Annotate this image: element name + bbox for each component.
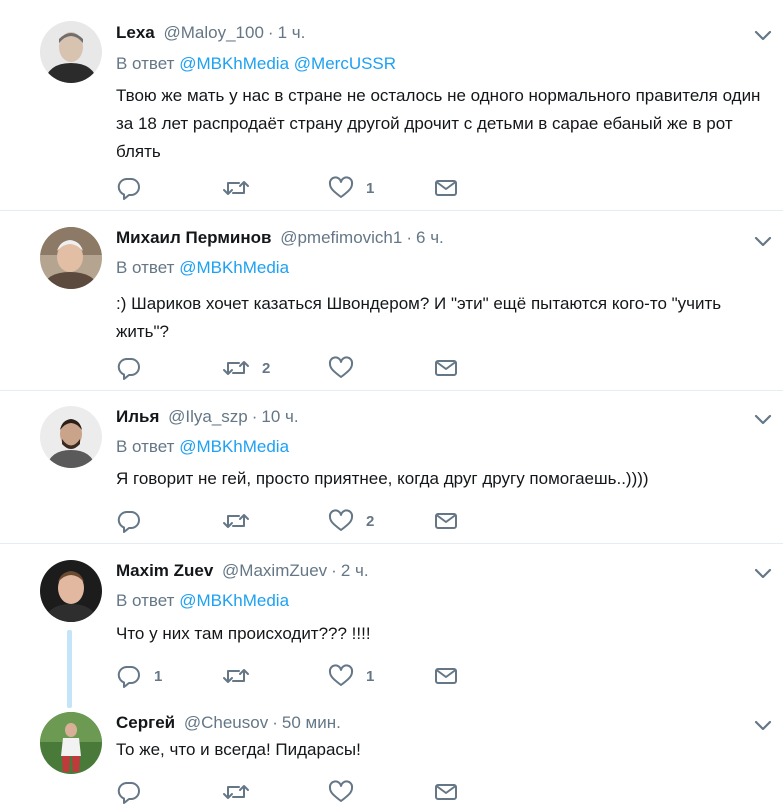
dm-button[interactable] (434, 664, 458, 688)
timestamp[interactable]: 50 мин. (282, 713, 341, 732)
timestamp[interactable]: 1 ч. (278, 23, 306, 42)
reply-icon (117, 665, 140, 688)
chevron-down-icon[interactable] (752, 717, 774, 733)
reply-prefix: В ответ (116, 54, 175, 73)
like-button[interactable] (328, 780, 366, 804)
heart-icon (328, 356, 354, 378)
reply-context: В ответ @MBKhMedia (116, 590, 289, 612)
reply-icon (117, 510, 140, 533)
retweet-count: 2 (262, 359, 271, 377)
heart-icon (328, 780, 354, 802)
separator-dot: · (272, 713, 278, 732)
avatar[interactable] (40, 227, 102, 289)
reply-icon (117, 177, 140, 200)
dm-button[interactable] (434, 509, 458, 533)
envelope-icon (435, 180, 457, 196)
dm-button[interactable] (434, 176, 458, 200)
like-button[interactable]: 2 (328, 509, 374, 533)
retweet-button[interactable] (222, 176, 262, 200)
retweet-button[interactable] (222, 509, 262, 533)
user-handle[interactable]: @Maloy_100 (163, 23, 263, 42)
reply-button[interactable] (116, 780, 154, 804)
mention-link[interactable]: @MBKhMedia (179, 258, 289, 277)
chevron-down-icon[interactable] (752, 27, 774, 43)
reply-prefix: В ответ (116, 591, 175, 610)
dm-button[interactable] (434, 780, 458, 804)
display-name[interactable]: Maxim Zuev (116, 561, 213, 580)
tweet-text: Твою же мать у нас в стране не осталось … (116, 86, 761, 161)
like-button[interactable] (328, 356, 366, 380)
separator-dot: · (251, 407, 258, 426)
timestamp[interactable]: 10 ч. (261, 407, 298, 426)
reply-button[interactable]: 1 (116, 664, 162, 688)
display-name[interactable]: Сергей (116, 713, 175, 732)
tweet-sergey[interactable]: Сергей @Cheusov · 50 мин. То же, что и все… (0, 704, 783, 811)
timestamp[interactable]: 2 ч. (341, 561, 369, 580)
retweet-icon (223, 669, 249, 683)
like-button[interactable]: 1 (328, 176, 374, 200)
user-handle[interactable]: @Cheusov (184, 713, 268, 732)
like-count: 1 (366, 667, 375, 685)
envelope-icon (435, 513, 457, 529)
mention-link[interactable]: @MercUSSR (294, 54, 396, 73)
retweet-button[interactable] (222, 664, 262, 688)
chevron-down-icon[interactable] (752, 411, 774, 427)
display-name[interactable]: Lexa (116, 23, 155, 42)
retweet-icon (223, 181, 249, 195)
tweet-mikhail[interactable]: Михаил Перминов @pmefimovich1 · 6 ч. В отв… (0, 211, 783, 390)
heart-icon (328, 509, 354, 531)
reply-icon (117, 357, 140, 380)
tweet-text: Я говорит не гей, просто приятнее, когда… (116, 469, 649, 488)
reply-button[interactable] (116, 509, 154, 533)
envelope-icon (435, 784, 457, 800)
chevron-down-icon[interactable] (752, 233, 774, 249)
tweet-ilya[interactable]: Илья @Ilya_szp · 10 ч. В ответ @MBKhMedia … (0, 391, 783, 543)
reply-icon (117, 781, 140, 804)
reply-context: В ответ @MBKhMedia @MercUSSR (116, 53, 396, 75)
tweet-text: :) Шариков хочет казаться Швондером? И "… (116, 294, 722, 341)
chevron-down-icon[interactable] (752, 565, 774, 581)
retweet-button[interactable] (222, 780, 262, 804)
heart-icon (328, 176, 354, 198)
tweet-text: Что у них там происходит??? !!!! (116, 624, 371, 643)
avatar[interactable] (40, 406, 102, 468)
envelope-icon (435, 668, 457, 684)
reply-prefix: В ответ (116, 437, 175, 456)
tweet-text: То же, что и всегда! Пидарасы! (116, 740, 361, 759)
timestamp[interactable]: 6 ч. (416, 228, 444, 247)
separator-dot: · (331, 561, 337, 580)
retweet-button[interactable]: 2 (222, 356, 270, 380)
mention-link[interactable]: @MBKhMedia (179, 591, 289, 610)
dm-button[interactable] (434, 356, 458, 380)
retweet-icon (223, 514, 249, 528)
heart-icon (328, 664, 354, 686)
avatar[interactable] (40, 21, 102, 83)
mention-link[interactable]: @MBKhMedia (179, 437, 289, 456)
reply-context: В ответ @MBKhMedia (116, 257, 289, 279)
mention-link[interactable]: @MBKhMedia (179, 54, 289, 73)
display-name[interactable]: Илья (116, 407, 159, 426)
like-count: 1 (366, 179, 375, 197)
envelope-icon (435, 360, 457, 376)
user-handle[interactable]: @Ilya_szp (168, 407, 248, 426)
user-handle[interactable]: @pmefimovich1 (280, 228, 402, 247)
user-handle[interactable]: @MaximZuev (222, 561, 327, 580)
like-count: 2 (366, 512, 375, 530)
reply-context: В ответ @MBKhMedia (116, 436, 289, 458)
separator-dot: · (406, 228, 413, 247)
separator-dot: · (267, 23, 274, 42)
reply-button[interactable] (116, 356, 154, 380)
reply-button[interactable] (116, 176, 154, 200)
retweet-icon (223, 785, 249, 799)
retweet-icon (223, 361, 249, 375)
tweet-lexa[interactable]: Lexa @Maloy_100 · 1 ч. В ответ @MBKhMedia … (0, 0, 783, 210)
reply-count: 1 (154, 667, 163, 685)
tweet-maxim[interactable]: Maxim Zuev @MaximZuev · 2 ч. В ответ @MBKh… (0, 544, 783, 704)
like-button[interactable]: 1 (328, 664, 374, 688)
avatar[interactable] (40, 560, 102, 622)
avatar[interactable] (40, 712, 102, 774)
reply-prefix: В ответ (116, 258, 175, 277)
display-name[interactable]: Михаил Перминов (116, 228, 271, 247)
